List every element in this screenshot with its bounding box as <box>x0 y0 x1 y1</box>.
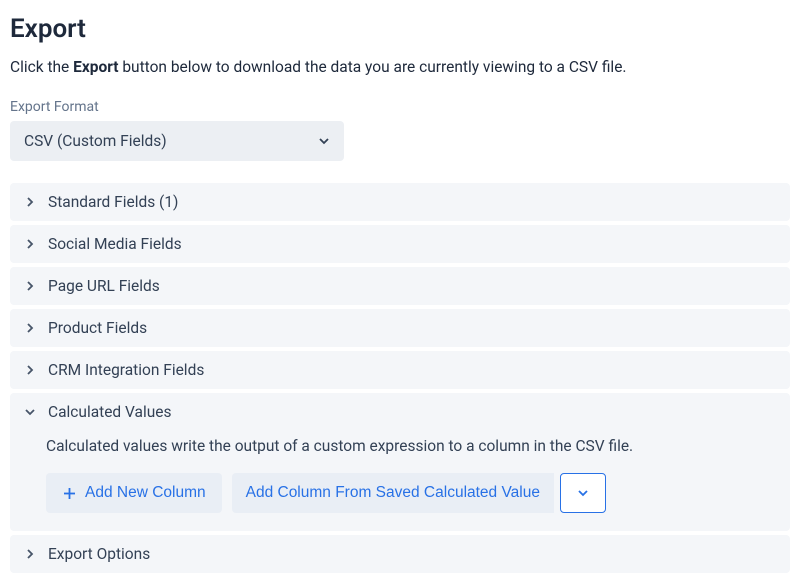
description-post: button below to download the data you ar… <box>119 58 627 76</box>
export-format-select[interactable]: CSV (Custom Fields) <box>10 121 344 161</box>
add-saved-column-label: Add Column From Saved Calculated Value <box>246 484 540 502</box>
section-header-pageurl[interactable]: Page URL Fields <box>10 267 790 305</box>
accordion: Standard Fields (1) Social Media Fields … <box>10 183 790 573</box>
export-format-label: Export Format <box>10 99 790 115</box>
section-calculated-values: Calculated Values Calculated values writ… <box>10 393 790 531</box>
section-header-crm[interactable]: CRM Integration Fields <box>10 351 790 389</box>
chevron-right-icon <box>24 364 36 376</box>
section-header-standard[interactable]: Standard Fields (1) <box>10 183 790 221</box>
add-saved-column-button[interactable]: Add Column From Saved Calculated Value <box>232 473 554 513</box>
section-title: Product Fields <box>48 319 147 337</box>
section-header-product[interactable]: Product Fields <box>10 309 790 347</box>
section-title: Export Options <box>48 545 150 563</box>
chevron-right-icon <box>24 238 36 250</box>
page-title: Export <box>10 14 790 44</box>
section-body-calculated: Calculated values write the output of a … <box>10 431 790 531</box>
add-saved-column-dropdown-button[interactable] <box>560 473 606 513</box>
section-product-fields: Product Fields <box>10 309 790 347</box>
section-title: Social Media Fields <box>48 235 182 253</box>
section-social-media-fields: Social Media Fields <box>10 225 790 263</box>
page-description: Click the Export button below to downloa… <box>10 56 790 79</box>
section-header-social[interactable]: Social Media Fields <box>10 225 790 263</box>
section-title: Page URL Fields <box>48 277 160 295</box>
chevron-down-icon <box>318 135 330 147</box>
description-bold: Export <box>73 58 118 76</box>
chevron-right-icon <box>24 196 36 208</box>
chevron-down-icon <box>577 487 589 499</box>
add-saved-column-split: Add Column From Saved Calculated Value <box>232 473 606 513</box>
chevron-right-icon <box>24 548 36 560</box>
section-header-options[interactable]: Export Options <box>10 535 790 573</box>
section-standard-fields: Standard Fields (1) <box>10 183 790 221</box>
export-format-value: CSV (Custom Fields) <box>24 132 167 150</box>
add-new-column-label: Add New Column <box>85 484 206 502</box>
section-title: Standard Fields (1) <box>48 193 178 211</box>
description-pre: Click the <box>10 58 73 76</box>
section-title: Calculated Values <box>48 403 172 421</box>
calculated-button-row: Add New Column Add Column From Saved Cal… <box>46 473 776 513</box>
plus-icon <box>62 486 77 501</box>
chevron-down-icon <box>24 406 36 418</box>
add-new-column-button[interactable]: Add New Column <box>46 473 222 513</box>
section-page-url-fields: Page URL Fields <box>10 267 790 305</box>
chevron-right-icon <box>24 280 36 292</box>
section-header-calculated[interactable]: Calculated Values <box>10 393 790 431</box>
section-title: CRM Integration Fields <box>48 361 204 379</box>
section-export-options: Export Options <box>10 535 790 573</box>
chevron-right-icon <box>24 322 36 334</box>
calculated-description: Calculated values write the output of a … <box>46 437 776 455</box>
section-crm-integration-fields: CRM Integration Fields <box>10 351 790 389</box>
